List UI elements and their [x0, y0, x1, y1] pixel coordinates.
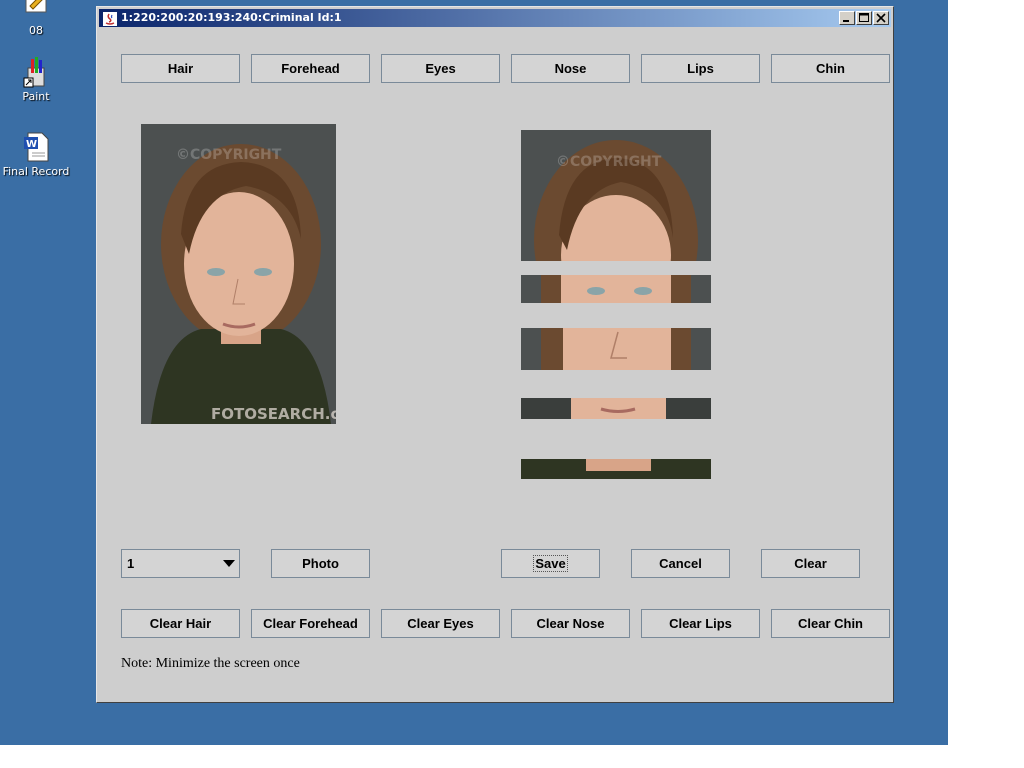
svg-text:©COPYRIGHT: ©COPYRIGHT [556, 154, 662, 170]
clear-lips-button[interactable]: Clear Lips [641, 609, 760, 638]
clear-button[interactable]: Clear [761, 549, 860, 578]
note-text: Note: Minimize the screen once [121, 656, 300, 671]
window-title: 1:220:200:20:193:240:Criminal Id:1 [121, 11, 342, 24]
chevron-down-icon [223, 560, 235, 567]
main-window: 1:220:200:20:193:240:Criminal Id:1 Hair … [96, 6, 894, 703]
forehead-button[interactable]: Forehead [251, 54, 370, 83]
photo-button[interactable]: Photo [271, 549, 370, 578]
strip-hair: ©COPYRIGHT [521, 130, 711, 261]
svg-text:W: W [26, 139, 37, 150]
cancel-button[interactable]: Cancel [631, 549, 730, 578]
strip-lips [521, 398, 711, 419]
hair-button[interactable]: Hair [121, 54, 240, 83]
strip-eyes [521, 275, 711, 303]
desktop-icon-label: Paint [22, 90, 50, 103]
minimize-icon [843, 20, 849, 22]
shortcut-icon [20, 0, 52, 22]
strip-chin [521, 459, 711, 479]
title-bar[interactable]: 1:220:200:20:193:240:Criminal Id:1 [99, 9, 891, 27]
clear-forehead-button[interactable]: Clear Forehead [251, 609, 370, 638]
desktop-icon-final-record[interactable]: W Final Record [0, 131, 72, 178]
desktop-icon-08[interactable]: 08 [0, 0, 72, 37]
minimize-button[interactable] [839, 11, 855, 25]
watermark-brand: FOTOSEARCH.com [211, 405, 336, 423]
java-app-icon [103, 11, 117, 26]
clear-nose-button[interactable]: Clear Nose [511, 609, 630, 638]
clear-hair-button[interactable]: Clear Hair [121, 609, 240, 638]
source-photo: ©COPYRIGHT FOTOSEARCH.com [141, 124, 336, 424]
close-icon [876, 13, 886, 23]
lips-button[interactable]: Lips [641, 54, 760, 83]
select-value: 1 [127, 556, 135, 571]
maximize-icon [859, 13, 869, 22]
clear-chin-button[interactable]: Clear Chin [771, 609, 890, 638]
maximize-button[interactable] [856, 11, 872, 25]
criminal-id-select[interactable]: 1 [121, 549, 240, 578]
strip-nose [521, 328, 711, 370]
eyes-button[interactable]: Eyes [381, 54, 500, 83]
clear-eyes-button[interactable]: Clear Eyes [381, 609, 500, 638]
watermark-copyright: ©COPYRIGHT [176, 147, 282, 163]
nose-button[interactable]: Nose [511, 54, 630, 83]
word-document-icon: W [20, 131, 52, 163]
desktop-icon-label: 08 [29, 24, 43, 37]
desktop-icon-label: Final Record [2, 165, 70, 178]
desktop-icon-paint[interactable]: Paint [0, 56, 72, 103]
paint-icon [20, 56, 52, 88]
save-button[interactable]: Save [501, 549, 600, 578]
close-button[interactable] [873, 11, 889, 25]
chin-button[interactable]: Chin [771, 54, 890, 83]
